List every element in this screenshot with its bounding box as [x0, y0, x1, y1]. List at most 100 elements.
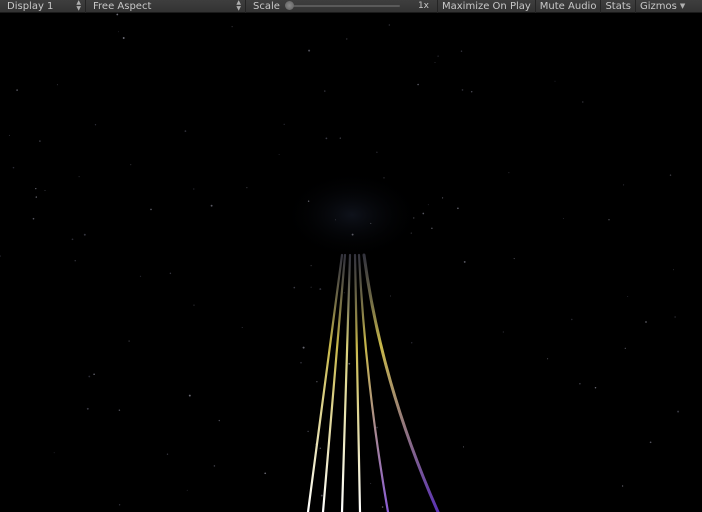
display-dropdown-label: Display 1	[7, 0, 54, 12]
star	[410, 232, 412, 234]
star	[370, 222, 372, 224]
aspect-dropdown-label: Free Aspect	[93, 0, 152, 12]
scale-value: 1x	[417, 0, 429, 11]
star	[307, 200, 310, 202]
star	[376, 151, 378, 153]
star	[431, 227, 433, 229]
scale-slider[interactable]	[284, 1, 400, 10]
star	[674, 316, 676, 318]
star	[335, 219, 337, 221]
star	[310, 265, 312, 267]
star	[343, 292, 345, 294]
star	[579, 383, 581, 385]
star	[184, 130, 187, 132]
star	[411, 342, 413, 344]
star	[93, 373, 95, 375]
star	[442, 197, 444, 199]
star	[417, 83, 419, 86]
star	[324, 90, 326, 92]
star	[293, 286, 296, 289]
star	[150, 208, 152, 211]
star	[186, 489, 188, 491]
display-dropdown[interactable]: Display 1 ▲ ▼	[0, 0, 86, 13]
star	[348, 362, 351, 365]
star	[35, 187, 37, 190]
gizmos-toggle[interactable]: Gizmos	[636, 0, 677, 13]
star	[413, 217, 415, 219]
star	[677, 410, 680, 413]
star	[390, 295, 392, 297]
star	[16, 89, 18, 91]
star	[388, 24, 390, 26]
star	[94, 124, 97, 126]
star	[319, 447, 322, 450]
scale-slider-thumb[interactable]	[284, 1, 294, 10]
star	[627, 296, 629, 298]
star	[594, 387, 597, 389]
star	[621, 485, 624, 487]
star	[88, 375, 91, 378]
star	[461, 89, 464, 91]
star	[12, 166, 15, 169]
star	[139, 275, 142, 277]
star	[246, 187, 248, 189]
star	[547, 358, 549, 360]
star	[39, 140, 41, 142]
star	[74, 260, 76, 262]
star	[307, 430, 309, 433]
star	[35, 196, 37, 198]
star	[310, 286, 312, 288]
star	[122, 37, 125, 39]
star	[118, 409, 121, 411]
star	[193, 304, 195, 306]
star	[53, 452, 55, 454]
star	[457, 207, 459, 210]
star	[83, 233, 86, 236]
star	[325, 137, 328, 140]
star	[623, 184, 625, 186]
star	[283, 123, 285, 126]
star	[339, 137, 341, 139]
star	[462, 446, 465, 448]
star	[308, 49, 311, 52]
gizmos-dropdown-arrow-icon[interactable]: ▼	[677, 0, 687, 13]
star	[78, 176, 80, 178]
mute-audio-toggle[interactable]: Mute Audio	[536, 0, 602, 13]
star	[370, 483, 372, 485]
star	[376, 426, 378, 429]
star	[513, 258, 515, 260]
star	[502, 331, 504, 333]
star	[44, 189, 46, 192]
star	[169, 272, 172, 275]
star	[463, 260, 466, 263]
star	[118, 504, 121, 506]
star	[264, 472, 267, 475]
star	[218, 419, 220, 422]
star	[8, 134, 10, 136]
dropdown-arrows-icon: ▲ ▼	[236, 0, 241, 12]
scene-background	[0, 13, 702, 512]
star	[166, 453, 169, 455]
horizon-glow	[282, 170, 422, 260]
star	[422, 212, 425, 215]
stats-toggle[interactable]: Stats	[601, 0, 636, 13]
star	[213, 465, 216, 467]
star	[645, 321, 647, 323]
star	[130, 164, 132, 166]
star	[346, 38, 348, 40]
star	[508, 172, 510, 174]
star	[582, 101, 584, 103]
scale-control: Scale 1x	[246, 0, 438, 13]
maximize-on-play-toggle[interactable]: Maximize On Play	[438, 0, 536, 13]
star	[437, 55, 439, 57]
star	[554, 80, 556, 82]
gizmos-label: Gizmos	[639, 0, 677, 12]
star	[427, 204, 429, 206]
aspect-dropdown[interactable]: Free Aspect ▲ ▼	[86, 0, 246, 13]
star	[300, 361, 302, 364]
star	[673, 269, 675, 271]
star	[649, 441, 652, 444]
star	[351, 233, 354, 236]
star	[460, 50, 463, 52]
star	[319, 288, 322, 291]
